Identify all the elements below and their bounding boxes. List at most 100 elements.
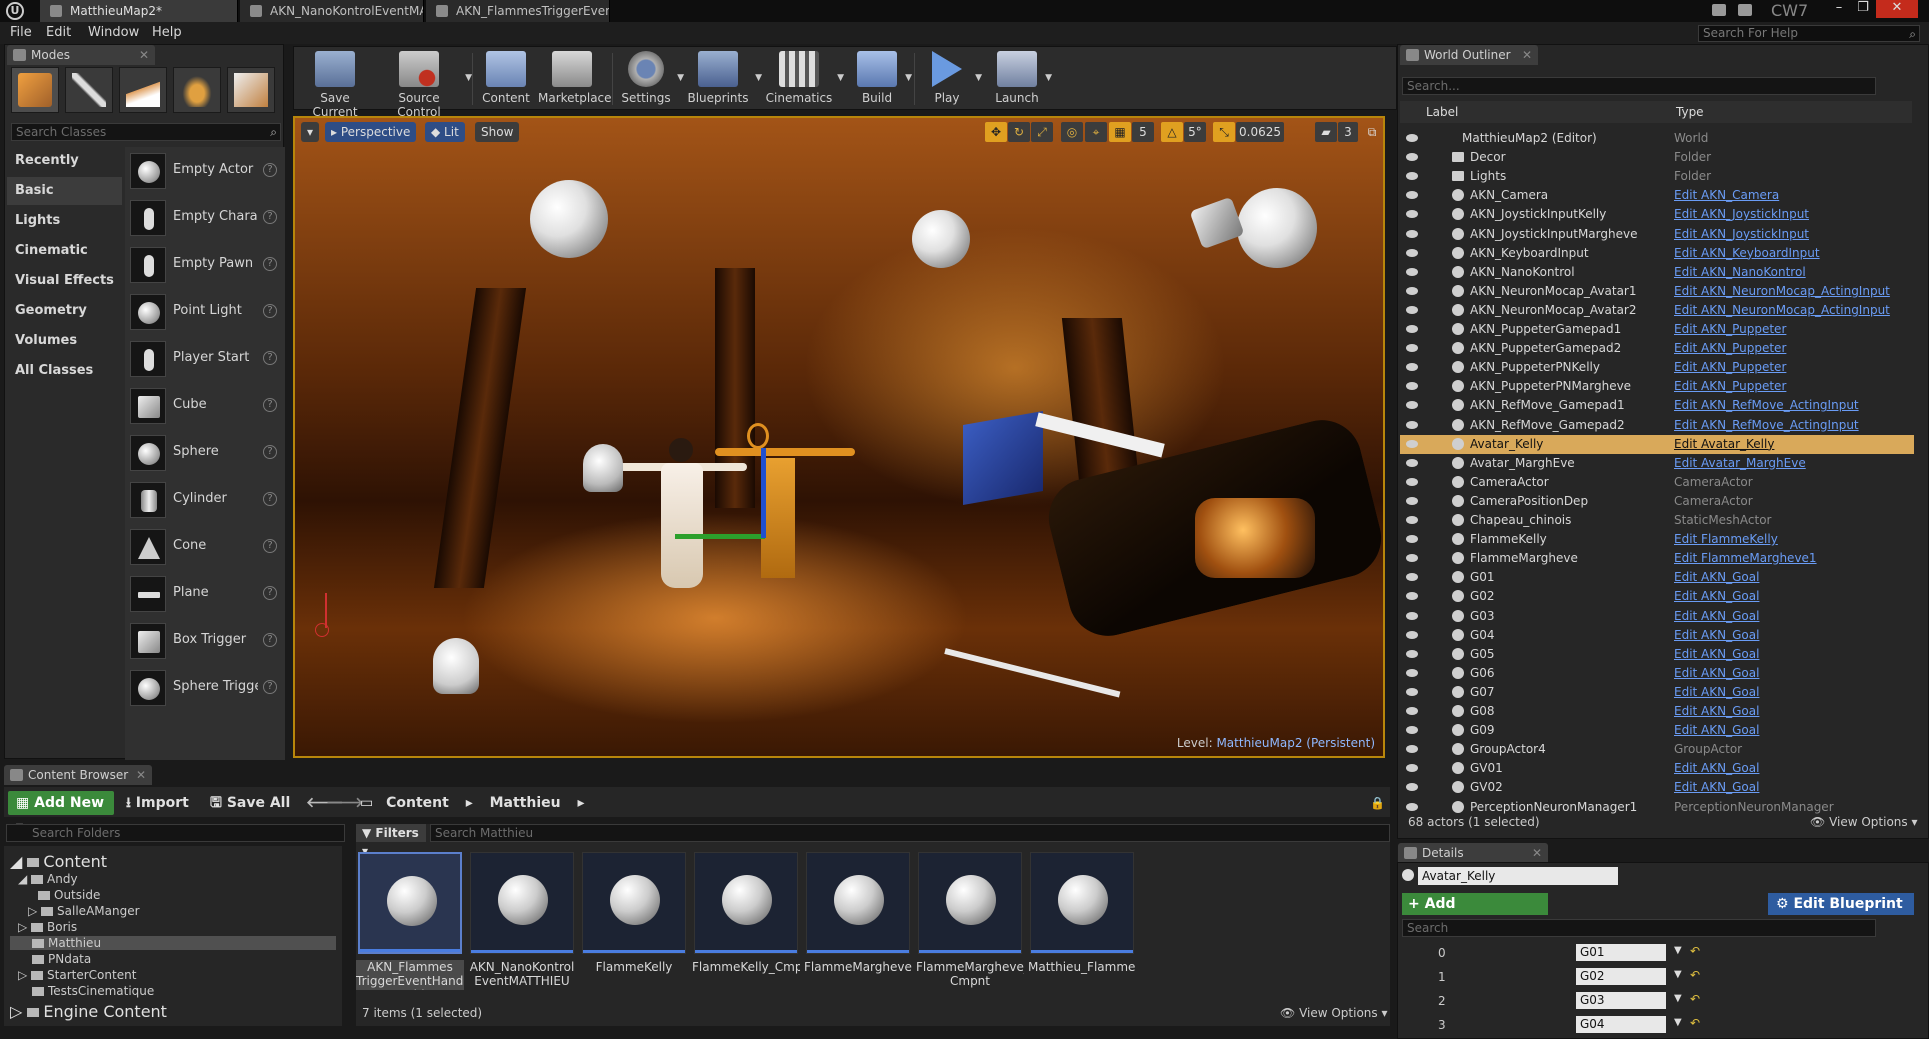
search-folders-input[interactable]: Search Folders <box>6 824 345 842</box>
outliner-row[interactable]: AKN_JoystickInputKelly Edit AKN_JoystickI… <box>1400 205 1914 224</box>
asset-tile[interactable]: FlammeKelly_Cmpnt <box>692 852 800 986</box>
chevron-down-icon[interactable]: ▼ <box>905 73 912 83</box>
outliner-row[interactable]: AKN_PuppeterGamepad1 Edit AKN_Puppeter <box>1400 320 1914 339</box>
edit-blueprint-link[interactable]: Edit AKN_NeuronMocap_ActingInput <box>1674 282 1890 301</box>
asset-tile[interactable]: FlammeMargheve1 <box>804 852 912 986</box>
folder-boris[interactable]: ▷ Boris <box>18 920 77 934</box>
grid-size[interactable]: 5 <box>1132 122 1154 142</box>
visibility-eye-icon[interactable] <box>1406 535 1418 544</box>
chevron-down-icon[interactable]: ▼ <box>975 73 982 83</box>
visibility-eye-icon[interactable] <box>1406 191 1418 200</box>
visibility-eye-icon[interactable] <box>1406 267 1418 276</box>
place-cube[interactable]: Cube? <box>127 384 283 428</box>
help-search-input[interactable]: Search For Help ⌕ <box>1698 25 1920 42</box>
chevron-right-icon[interactable]: ▸ <box>577 795 584 811</box>
chevron-down-icon[interactable]: ▼ <box>755 73 762 83</box>
details-tab[interactable]: Details ✕ <box>1398 843 1548 863</box>
visibility-eye-icon[interactable] <box>1406 764 1418 773</box>
outliner-row[interactable]: G03 Edit AKN_Goal <box>1400 607 1914 626</box>
visibility-eye-icon[interactable] <box>1406 707 1418 715</box>
search-assets-input[interactable]: Search Matthieu <box>430 824 1390 842</box>
help-icon[interactable]: ? <box>263 492 277 506</box>
category-lights[interactable]: Lights <box>7 207 122 235</box>
outliner-row[interactable]: Decor Folder <box>1400 148 1914 167</box>
help-icon[interactable]: ? <box>263 633 277 647</box>
edit-blueprint-link[interactable]: Edit FlammeMargheve1 <box>1674 549 1817 568</box>
place-mode-button[interactable] <box>11 67 59 113</box>
place-box-trigger[interactable]: Box Trigger? <box>127 619 283 663</box>
visibility-eye-icon[interactable] <box>1406 592 1418 601</box>
visibility-eye-icon[interactable] <box>1406 420 1418 429</box>
outliner-row[interactable]: G06 Edit AKN_Goal <box>1400 664 1914 683</box>
chevron-down-icon[interactable]: ▼ <box>1045 73 1052 83</box>
visibility-eye-icon[interactable] <box>1406 439 1418 448</box>
marketplace-button[interactable]: Marketplace <box>538 49 612 109</box>
build-button[interactable]: Build ▼ <box>852 49 912 109</box>
breadcrumb-matthieu[interactable]: Matthieu <box>490 795 561 811</box>
edit-blueprint-link[interactable]: Edit FlammeKelly <box>1674 530 1778 549</box>
edit-blueprint-link[interactable]: Edit AKN_Goal <box>1674 626 1759 645</box>
place-empty-pawn[interactable]: Empty Pawn? <box>127 243 283 287</box>
visibility-eye-icon[interactable] <box>1406 668 1418 677</box>
edit-blueprint-link[interactable]: Edit AKN_Goal <box>1674 607 1759 626</box>
visibility-eye-icon[interactable] <box>1406 286 1418 295</box>
edit-blueprint-link[interactable]: Edit AKN_Goal <box>1674 702 1759 721</box>
blueprints-button[interactable]: Blueprints ▼ <box>684 49 762 109</box>
maximize-viewport-icon[interactable]: ⧉ <box>1363 122 1381 142</box>
visibility-eye-icon[interactable] <box>1406 649 1418 658</box>
folder-andy[interactable]: ◢ Andy <box>18 872 78 886</box>
search-classes-input[interactable]: Search Classes ⌕ <box>11 123 281 141</box>
foliage-mode-button[interactable] <box>173 67 221 113</box>
edit-blueprint-link[interactable]: Edit AKN_RefMove_ActingInput <box>1674 396 1859 415</box>
visibility-eye-icon[interactable] <box>1406 172 1418 181</box>
category-cinematic[interactable]: Cinematic <box>7 237 122 265</box>
add-new-button[interactable]: ▦ Add New ▾ <box>8 791 114 835</box>
place-sphere-trigger[interactable]: Sphere Trigger? <box>127 666 283 710</box>
chevron-down-icon[interactable]: ▼ <box>1674 969 1682 980</box>
level-viewport[interactable]: ▾ ▸ Perspective ◆ Lit Show ✥ ↻ ⤢ ◎ ⌖ ▦ 5… <box>293 116 1385 758</box>
maximize-icon[interactable]: ❐ <box>1852 0 1874 18</box>
chevron-down-icon[interactable]: ▼ <box>1674 993 1682 1004</box>
cinematics-button[interactable]: Cinematics ▼ <box>764 49 844 109</box>
help-icon[interactable]: ? <box>263 445 277 459</box>
help-icon[interactable]: ? <box>263 304 277 318</box>
visibility-eye-icon[interactable] <box>1406 611 1418 620</box>
outliner-row[interactable]: AKN_NanoKontrol Edit AKN_NanoKontrol <box>1400 263 1914 282</box>
launch-button[interactable]: Launch ▼ <box>992 49 1052 109</box>
minimize-icon[interactable]: – <box>1828 0 1850 18</box>
asset-tile[interactable]: AKN_NanoKontrol EventMATTHIEU <box>468 852 576 988</box>
visibility-eye-icon[interactable] <box>1406 305 1418 314</box>
outliner-row[interactable]: Chapeau_chinois StaticMeshActor <box>1400 511 1914 530</box>
paint-mode-button[interactable] <box>65 67 113 113</box>
outliner-row[interactable]: Avatar_Kelly Edit Avatar_Kelly <box>1400 434 1914 454</box>
light-sphere[interactable] <box>912 210 970 268</box>
folder-testscinematique[interactable]: TestsCinematique <box>32 984 154 998</box>
visibility-eye-icon[interactable] <box>1406 516 1418 524</box>
source-control-button[interactable]: Source Control ▼ <box>376 49 472 119</box>
gizmo-z-axis[interactable] <box>761 448 766 538</box>
folder-engine-content[interactable]: ▷ Engine Content <box>10 1002 167 1021</box>
place-point-light[interactable]: Point Light? <box>127 290 283 334</box>
close-tab-icon[interactable]: ✕ <box>136 765 146 785</box>
light-sphere[interactable] <box>1237 188 1317 268</box>
content-button[interactable]: Content <box>480 49 532 109</box>
place-cone[interactable]: Cone? <box>127 525 283 569</box>
outliner-row[interactable]: MatthieuMap2 (Editor) World <box>1400 129 1914 148</box>
outliner-row[interactable]: AKN_RefMove_Gamepad1 Edit AKN_RefMove_Act… <box>1400 396 1914 415</box>
rotation-snap-value[interactable]: 5° <box>1184 122 1206 142</box>
light-sphere[interactable] <box>530 180 608 258</box>
help-icon[interactable]: ? <box>263 210 277 224</box>
outliner-row[interactable]: AKN_KeyboardInput Edit AKN_KeyboardInput <box>1400 244 1914 263</box>
visibility-eye-icon[interactable] <box>1406 248 1418 257</box>
close-tab-icon[interactable]: ✕ <box>139 45 149 65</box>
notification-icon[interactable] <box>1738 4 1752 16</box>
scale-icon[interactable]: ⤢ <box>1031 122 1053 142</box>
edit-blueprint-link[interactable]: Edit AKN_Goal <box>1674 645 1759 664</box>
forward-arrow-icon[interactable]: 🡒 <box>326 791 364 815</box>
category-geometry[interactable]: Geometry <box>7 297 122 325</box>
menu-file[interactable]: File <box>10 25 32 40</box>
outliner-row[interactable]: G01 Edit AKN_Goal <box>1400 568 1914 587</box>
visibility-eye-icon[interactable] <box>1406 325 1418 333</box>
category-visual-effects[interactable]: Visual Effects <box>7 267 122 295</box>
filters-button[interactable]: ▼ Filters ▾ <box>356 824 426 858</box>
